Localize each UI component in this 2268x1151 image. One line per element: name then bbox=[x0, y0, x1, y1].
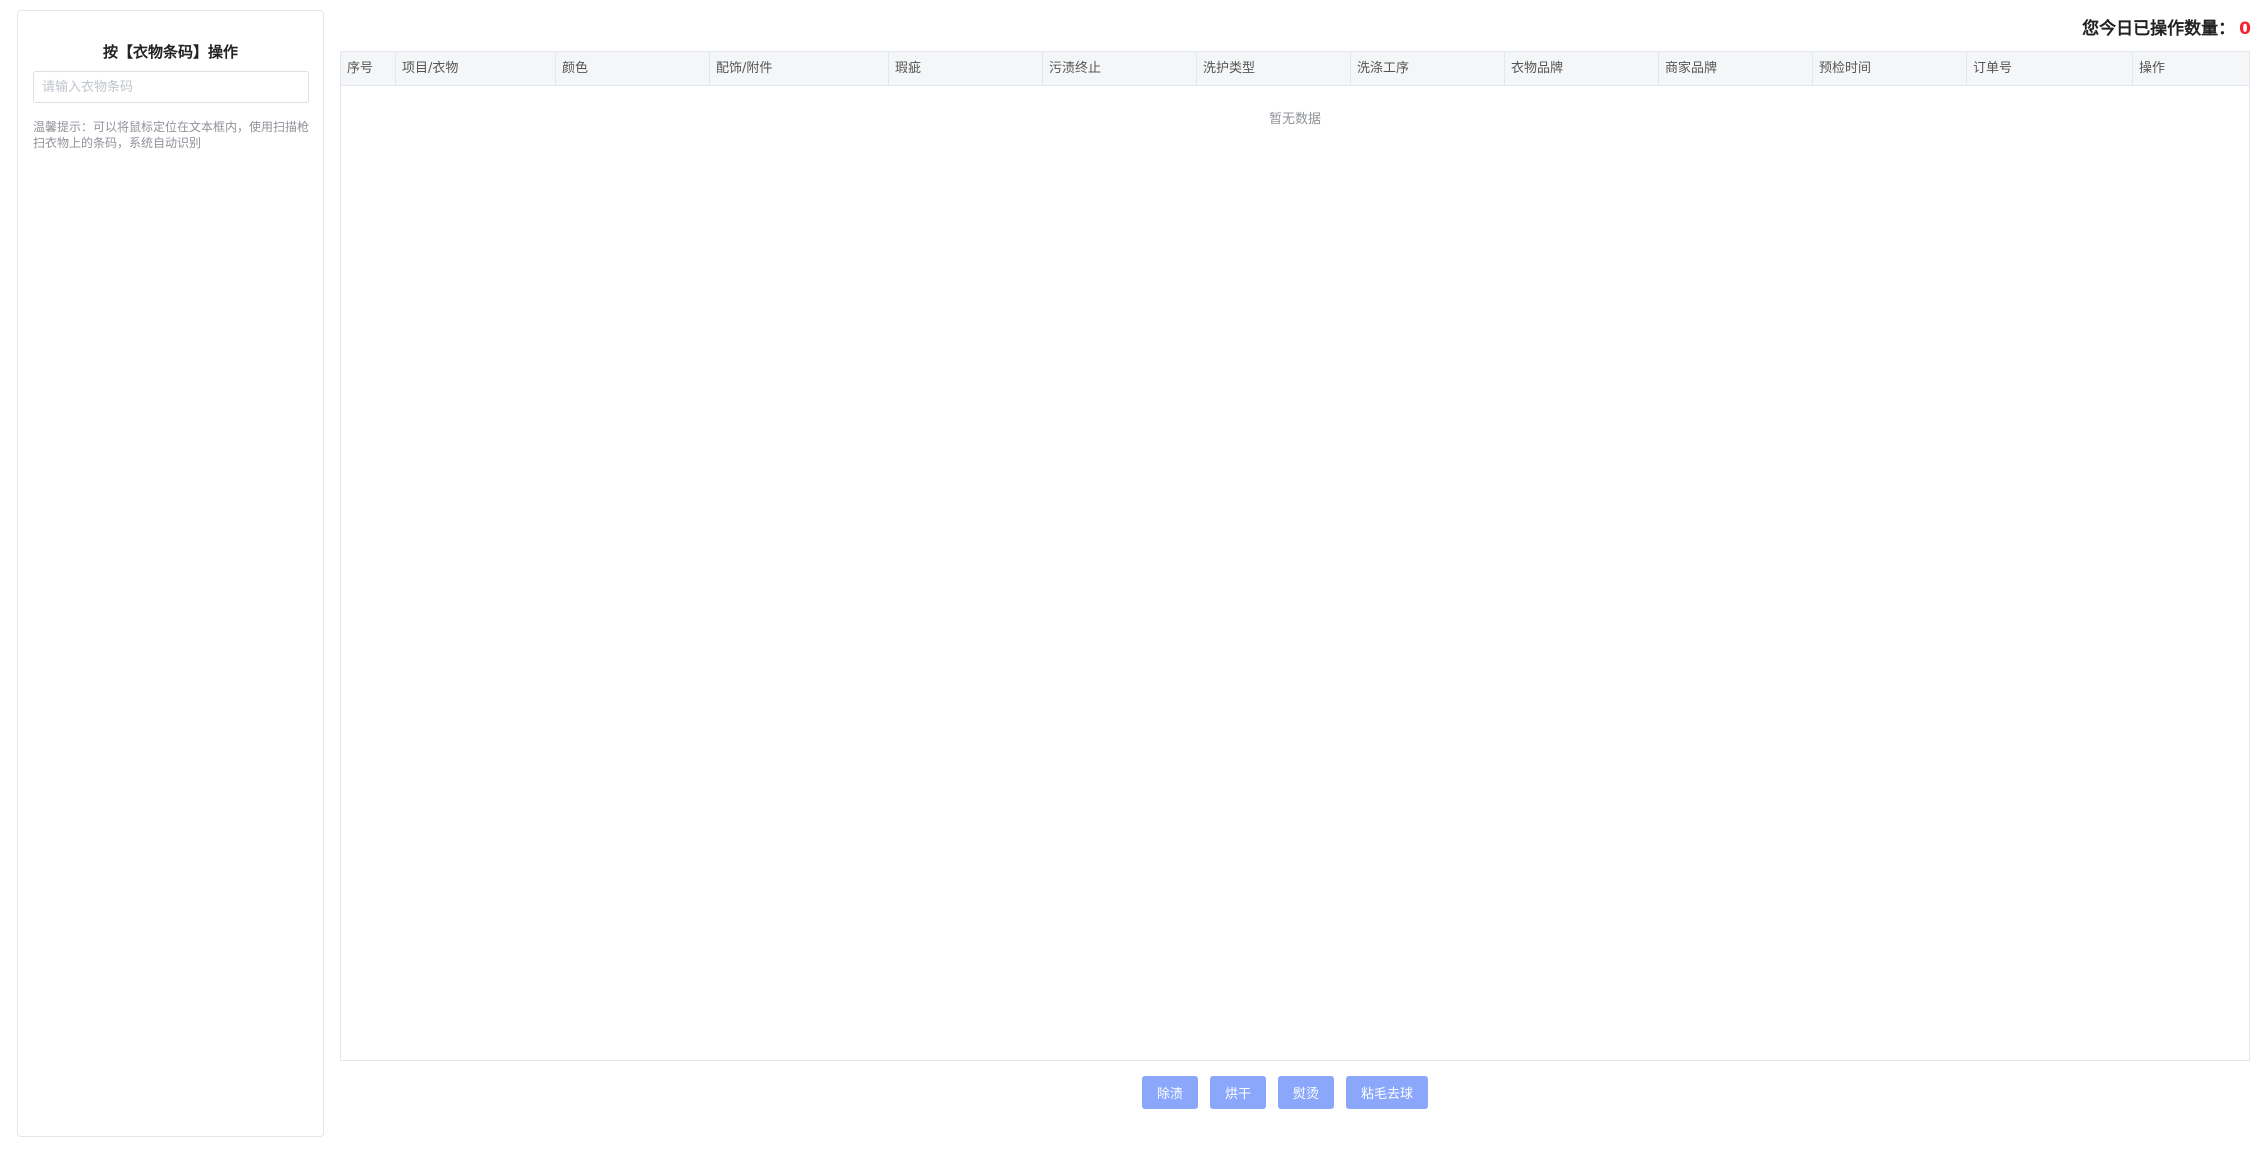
column-header-merchant-brand: 商家品牌 bbox=[1659, 52, 1813, 85]
column-header-clothing-brand: 衣物品牌 bbox=[1505, 52, 1659, 85]
column-header-order-no: 订单号 bbox=[1967, 52, 2133, 85]
column-header-accessories: 配饰/附件 bbox=[710, 52, 889, 85]
today-count-label: 您今日已操作数量： bbox=[2082, 19, 2236, 39]
column-header-wash-process: 洗涤工序 bbox=[1351, 52, 1505, 85]
column-header-item: 项目/衣物 bbox=[396, 52, 556, 85]
column-header-defects: 瑕疵 bbox=[889, 52, 1043, 85]
column-header-stain: 污渍终止 bbox=[1043, 52, 1197, 85]
today-operation-count: 您今日已操作数量： 0 bbox=[2082, 14, 2251, 39]
lint-removal-button[interactable]: 粘毛去球 bbox=[1346, 1076, 1429, 1109]
stain-removal-button[interactable]: 除渍 bbox=[1142, 1076, 1199, 1109]
action-bar: 除渍 烘干 熨烫 粘毛去球 bbox=[1142, 1076, 1429, 1109]
barcode-panel: 按【衣物条码】操作 温馨提示：可以将鼠标定位在文本框内，使用扫描枪扫衣物上的条码… bbox=[17, 10, 324, 1137]
column-header-actions: 操作 bbox=[2139, 61, 2166, 76]
today-count-value: 0 bbox=[2239, 19, 2251, 39]
panel-title: 按【衣物条码】操作 bbox=[102, 43, 238, 61]
empty-placeholder: 暂无数据 bbox=[1268, 112, 1321, 127]
hint-text: 温馨提示：可以将鼠标定位在文本框内，使用扫描枪扫衣物上的条码，系统自动识别 bbox=[33, 120, 310, 150]
column-header-precheck-time: 预检时间 bbox=[1813, 52, 1967, 85]
column-header-color: 颜色 bbox=[556, 52, 710, 85]
table-header: 序号 项目/衣物 颜色 配饰/附件 瑕疵 污渍终止 洗护类型 洗涤工序 衣物品牌… bbox=[341, 52, 2249, 86]
barcode-input[interactable] bbox=[33, 71, 309, 103]
iron-button[interactable]: 熨烫 bbox=[1278, 1076, 1335, 1109]
dry-button[interactable]: 烘干 bbox=[1210, 1076, 1267, 1109]
column-header-care-type: 洗护类型 bbox=[1197, 52, 1351, 85]
column-header-index: 序号 bbox=[341, 52, 396, 85]
clothing-table: 序号 项目/衣物 颜色 配饰/附件 瑕疵 污渍终止 洗护类型 洗涤工序 衣物品牌… bbox=[340, 51, 2250, 1061]
